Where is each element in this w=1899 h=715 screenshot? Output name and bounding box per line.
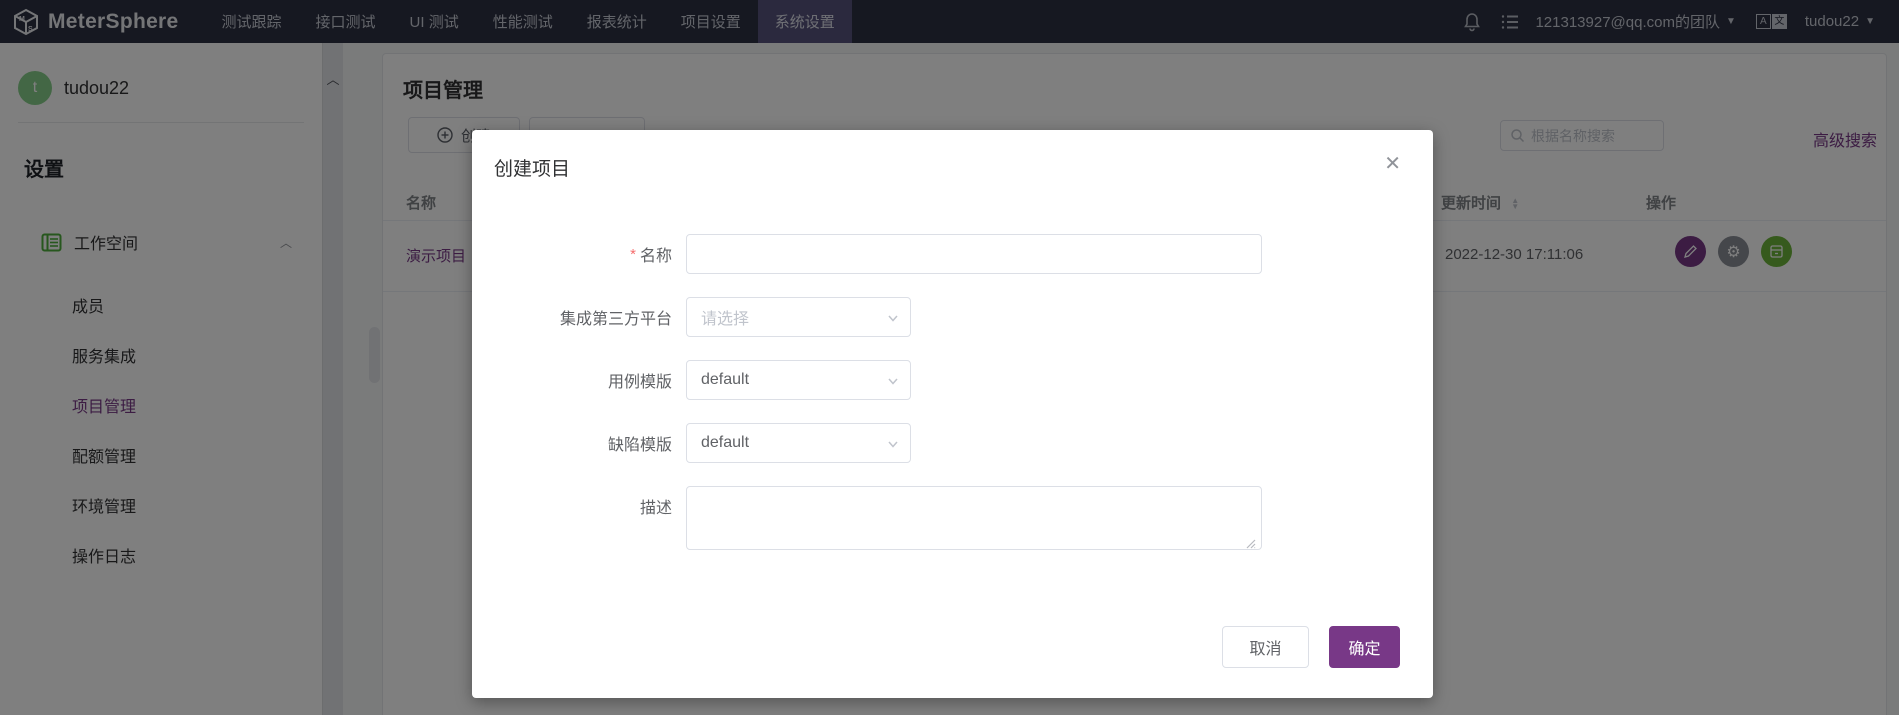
form-row-description: 描述 (472, 486, 1433, 550)
description-textarea[interactable] (686, 486, 1262, 550)
name-label-text: 名称 (639, 248, 672, 265)
project-name-input[interactable] (686, 234, 1262, 274)
required-asterisk: * (630, 245, 636, 263)
form-row-case-template: 用例模版 default (472, 360, 1433, 400)
select-placeholder: 请选择 (701, 311, 750, 328)
form-row-name: * 名称 (472, 234, 1433, 274)
create-project-dialog: 创建项目 ✕ * 名称 集成第三方平台 请选择 用例模版 default 缺陷模… (472, 130, 1433, 698)
form-row-issue-template: 缺陷模版 default (472, 423, 1433, 463)
issue-template-field-label: 缺陷模版 (607, 437, 672, 454)
cancel-button[interactable]: 取消 (1222, 626, 1309, 668)
platform-field-label: 集成第三方平台 (559, 311, 672, 328)
chevron-down-icon (888, 441, 898, 448)
dialog-title: 创建项目 (494, 159, 571, 180)
case-template-value: default (701, 371, 750, 388)
chevron-down-icon (888, 315, 898, 322)
case-template-select[interactable]: default (686, 360, 911, 400)
confirm-button[interactable]: 确定 (1329, 626, 1400, 668)
issue-template-select[interactable]: default (686, 423, 911, 463)
third-party-platform-select[interactable]: 请选择 (686, 297, 911, 337)
issue-template-value: default (701, 434, 750, 451)
description-field-label: 描述 (639, 500, 672, 517)
form-row-platform: 集成第三方平台 请选择 (472, 297, 1433, 337)
case-template-field-label: 用例模版 (607, 374, 672, 391)
chevron-down-icon (888, 378, 898, 385)
close-icon[interactable]: ✕ (1384, 154, 1401, 174)
dialog-footer: 取消 确定 (1222, 626, 1400, 668)
name-field-label: * 名称 (472, 234, 672, 274)
